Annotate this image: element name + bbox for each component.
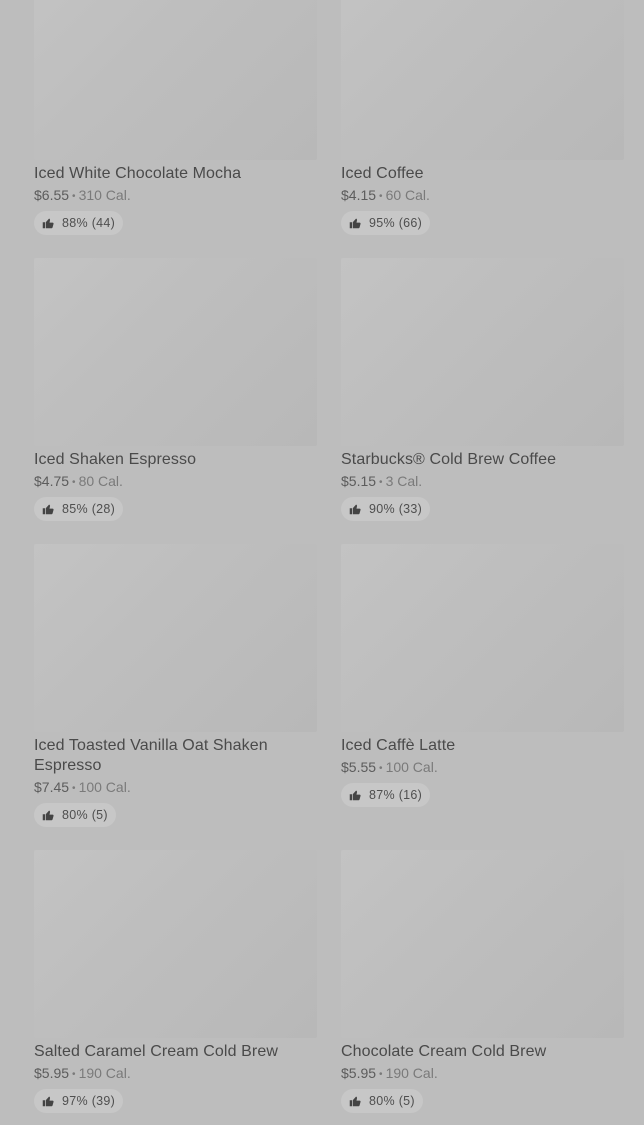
rating-text: 90% (33) <box>369 502 423 516</box>
item-name[interactable]: Chocolate Cream Cold Brew <box>341 1042 624 1062</box>
rating-badge: 97% (39) <box>34 1089 124 1113</box>
item-meta: $5.95 • 190 Cal. <box>34 1064 317 1084</box>
thumbs-up-icon <box>42 504 54 515</box>
item-name[interactable]: Iced Caffè Latte <box>341 736 624 756</box>
item-price: $6.55 <box>34 187 70 203</box>
menu-grid: Iced White Chocolate Mocha $6.55 • 310 Cal… <box>0 0 644 1125</box>
rating-text: 95% (66) <box>369 216 423 230</box>
thumbs-up-icon <box>349 1096 361 1107</box>
item-calories: 190 Cal. <box>78 1065 131 1081</box>
item-image[interactable] <box>34 258 317 446</box>
menu-item-card[interactable]: Iced White Chocolate Mocha $6.55 • 310 Cal… <box>34 0 317 235</box>
thumbs-up-icon <box>42 810 54 821</box>
item-meta: $4.75 • 80 Cal. <box>34 472 317 492</box>
item-image[interactable] <box>34 544 317 732</box>
separator: • <box>72 191 76 202</box>
item-calories: 80 Cal. <box>78 473 123 489</box>
thumbs-up-icon <box>42 218 54 229</box>
item-calories: 3 Cal. <box>385 473 423 489</box>
item-calories: 100 Cal. <box>78 779 131 795</box>
item-meta: $4.15 • 60 Cal. <box>341 186 624 206</box>
rating-text: 97% (39) <box>62 1094 116 1108</box>
item-image[interactable] <box>341 544 624 732</box>
separator: • <box>72 783 76 794</box>
menu-item-card[interactable]: Chocolate Cream Cold Brew $5.95 • 190 Cal.… <box>341 850 624 1113</box>
item-meta: $5.15 • 3 Cal. <box>341 472 624 492</box>
rating-text: 87% (16) <box>369 788 423 802</box>
item-calories: 100 Cal. <box>385 759 438 775</box>
separator: • <box>72 1069 76 1080</box>
item-calories: 310 Cal. <box>78 187 131 203</box>
thumbs-up-icon <box>349 504 361 515</box>
menu-item-card[interactable]: Starbucks® Cold Brew Coffee $5.15 • 3 Cal.… <box>341 258 624 521</box>
item-price: $4.75 <box>34 473 70 489</box>
item-name[interactable]: Iced Shaken Espresso <box>34 450 317 470</box>
rating-text: 85% (28) <box>62 502 116 516</box>
rating-badge: 95% (66) <box>341 211 431 235</box>
separator: • <box>379 477 383 488</box>
item-price: $5.95 <box>34 1065 70 1081</box>
menu-item-card[interactable]: Iced Coffee $4.15 • 60 Cal. 95% (66) <box>341 0 624 235</box>
item-meta: $5.55 • 100 Cal. <box>341 758 624 778</box>
item-price: $5.55 <box>341 759 377 775</box>
rating-badge: 87% (16) <box>341 783 431 807</box>
item-name[interactable]: Starbucks® Cold Brew Coffee <box>341 450 624 470</box>
rating-badge: 88% (44) <box>34 211 124 235</box>
separator: • <box>379 763 383 774</box>
item-image[interactable] <box>34 0 317 160</box>
menu-item-card[interactable]: Iced Caffè Latte $5.55 • 100 Cal. 87% (16) <box>341 544 624 807</box>
thumbs-up-icon <box>349 218 361 229</box>
separator: • <box>379 1069 383 1080</box>
item-name[interactable]: Salted Caramel Cream Cold Brew <box>34 1042 317 1062</box>
item-name[interactable]: Iced Toasted Vanilla Oat Shaken Espresso <box>34 736 317 776</box>
thumbs-up-icon <box>42 1096 54 1107</box>
item-price: $5.95 <box>341 1065 377 1081</box>
item-calories: 60 Cal. <box>385 187 430 203</box>
menu-item-card[interactable]: Salted Caramel Cream Cold Brew $5.95 • 190… <box>34 850 317 1113</box>
menu-item-card[interactable]: Iced Shaken Espresso $4.75 • 80 Cal. 85% (… <box>34 258 317 521</box>
item-price: $7.45 <box>34 779 70 795</box>
rating-badge: 80% (5) <box>34 803 116 827</box>
item-price: $4.15 <box>341 187 377 203</box>
rating-badge: 90% (33) <box>341 497 431 521</box>
item-calories: 190 Cal. <box>385 1065 438 1081</box>
item-name[interactable]: Iced White Chocolate Mocha <box>34 164 317 184</box>
separator: • <box>72 477 76 488</box>
rating-text: 88% (44) <box>62 216 116 230</box>
rating-text: 80% (5) <box>369 1094 415 1108</box>
item-meta: $5.95 • 190 Cal. <box>341 1064 624 1084</box>
menu-item-card[interactable]: Iced Toasted Vanilla Oat Shaken Espresso… <box>34 544 317 827</box>
item-image[interactable] <box>341 0 624 160</box>
item-name[interactable]: Iced Coffee <box>341 164 624 184</box>
thumbs-up-icon <box>349 790 361 801</box>
item-price: $5.15 <box>341 473 377 489</box>
item-image[interactable] <box>34 850 317 1038</box>
separator: • <box>379 191 383 202</box>
rating-text: 80% (5) <box>62 808 108 822</box>
item-meta: $6.55 • 310 Cal. <box>34 186 317 206</box>
item-meta: $7.45 • 100 Cal. <box>34 778 317 798</box>
rating-badge: 80% (5) <box>341 1089 423 1113</box>
rating-badge: 85% (28) <box>34 497 124 521</box>
item-image[interactable] <box>341 258 624 446</box>
item-image[interactable] <box>341 850 624 1038</box>
